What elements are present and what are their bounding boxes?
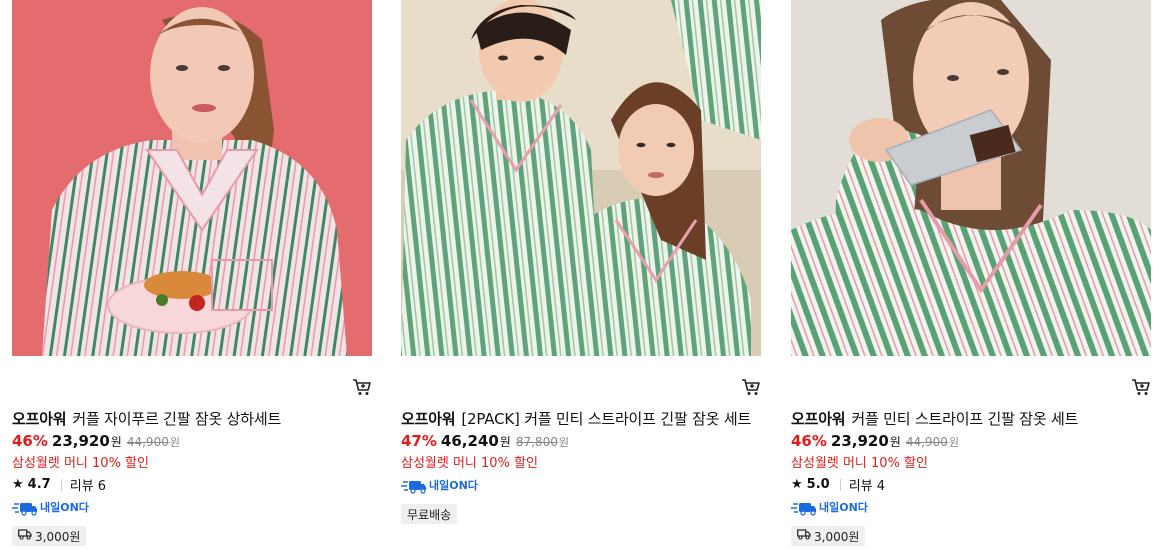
shipping-fee: 무료배송 (407, 507, 452, 522)
original-price: 44,900 (905, 435, 948, 449)
price-unit: 원 (499, 435, 511, 449)
discount-rate: 47% (401, 432, 437, 450)
original-price-unit: 원 (948, 436, 959, 449)
rating-row: ★ 4.7 리뷰 6 (12, 475, 106, 494)
product-name: [2PACK] 커플 민티 스트라이프 긴팔 잠옷 세트 (461, 410, 752, 428)
divider (839, 478, 841, 491)
product-image[interactable] (12, 0, 372, 356)
brand-name: 오프아워 (401, 410, 456, 428)
product-name: 커플 자이푸르 긴팔 잠옷 상하세트 (72, 410, 282, 428)
promo-text: 삼성월렛 머니 10% 할인 (12, 456, 149, 471)
price-unit: 원 (110, 435, 122, 449)
delivery-label: 내일ON다 (429, 479, 478, 492)
price-unit: 원 (889, 435, 901, 449)
cart-icon[interactable] (741, 378, 761, 396)
rating-value: 5.0 (806, 477, 830, 492)
review-count: 리뷰 6 (69, 479, 107, 494)
cart-icon[interactable] (1131, 378, 1151, 396)
product-name: 커플 민티 스트라이프 긴팔 잠옷 세트 (851, 410, 1079, 428)
star-icon: ★ (12, 477, 24, 492)
rating-value: 4.7 (27, 477, 51, 492)
sale-price: 46,240 (440, 432, 499, 450)
product-title[interactable]: 오프아워 [2PACK] 커플 민티 스트라이프 긴팔 잠옷 세트 (401, 408, 751, 429)
promo-text: 삼성월렛 머니 10% 할인 (401, 456, 538, 471)
delivery-label: 내일ON다 (40, 501, 89, 514)
divider (60, 478, 62, 491)
discount-rate: 46% (791, 432, 827, 450)
discount-rate: 46% (12, 432, 48, 450)
original-price-unit: 원 (169, 436, 180, 449)
truck-icon (18, 529, 32, 543)
brand-name: 오프아워 (791, 410, 846, 428)
shipping-fee: 3,000원 (814, 529, 860, 544)
product-title[interactable]: 오프아워 커플 자이푸르 긴팔 잠옷 상하세트 (12, 408, 281, 429)
price-row: 46% 23,920원 44,900원 (791, 432, 959, 450)
shipping-badge: 3,000원 (12, 526, 87, 546)
truck-icon (797, 529, 811, 543)
product-title[interactable]: 오프아워 커플 민티 스트라이프 긴팔 잠옷 세트 (791, 408, 1078, 429)
original-price: 87,800 (515, 435, 558, 449)
shipping-badge: 무료배송 (401, 504, 458, 524)
fast-delivery-badge: 내일ON다 (401, 478, 491, 494)
cart-icon[interactable] (352, 378, 372, 396)
original-price: 44,900 (126, 435, 169, 449)
fast-delivery-badge: 내일ON다 (12, 500, 102, 516)
price-row: 47% 46,240원 87,800원 (401, 432, 569, 450)
fast-delivery-badge: 내일ON다 (791, 500, 881, 516)
product-image[interactable] (401, 0, 761, 356)
star-icon: ★ (791, 477, 803, 492)
review-count: 리뷰 4 (848, 479, 886, 494)
sale-price: 23,920 (51, 432, 110, 450)
brand-name: 오프아워 (12, 410, 67, 428)
rating-row: ★ 5.0 리뷰 4 (791, 475, 885, 494)
shipping-fee: 3,000원 (35, 529, 81, 544)
product-image[interactable] (791, 0, 1151, 356)
shipping-badge: 3,000원 (791, 526, 866, 546)
promo-text: 삼성월렛 머니 10% 할인 (791, 456, 928, 471)
price-row: 46% 23,920원 44,900원 (12, 432, 180, 450)
delivery-label: 내일ON다 (819, 501, 868, 514)
original-price-unit: 원 (558, 436, 569, 449)
sale-price: 23,920 (830, 432, 889, 450)
